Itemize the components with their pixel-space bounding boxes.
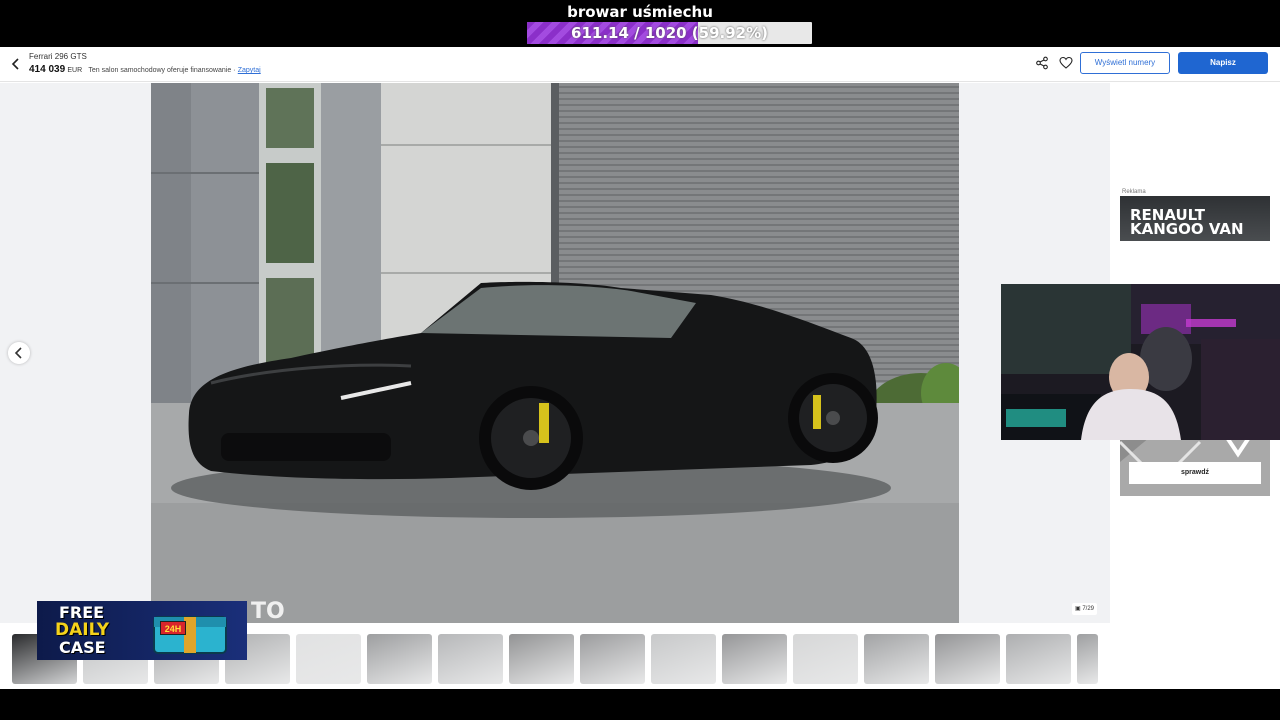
ad-header: RENAULT KANGOO VAN xyxy=(1120,196,1270,241)
photo-thumbnail[interactable] xyxy=(438,634,503,684)
photo-thumbnail[interactable] xyxy=(651,634,716,684)
photo-thumbnail[interactable] xyxy=(722,634,787,684)
photo-counter: ▣ 7/29 xyxy=(1072,603,1098,615)
financing-link[interactable]: Zapytaj xyxy=(238,67,261,74)
ad-cta-button[interactable]: sprawdź xyxy=(1129,462,1261,484)
bottom-letterbox xyxy=(0,689,1280,720)
case-24h-badge: 24H xyxy=(160,621,186,635)
free-daily-case-banner: FREE DAILY CASE 24H xyxy=(37,601,247,660)
price-row: 414 039 EUR Ten salon samochodowy oferuj… xyxy=(29,64,261,75)
previous-photo-button[interactable] xyxy=(8,342,30,364)
photo-watermark: TO xyxy=(251,599,285,623)
listing-header: Ferrari 296 GTS 414 039 EUR Ten salon sa… xyxy=(0,47,1280,82)
screen: browar uśmiechu 611.14 / 1020 (59.92%) F… xyxy=(0,0,1280,720)
heart-icon[interactable] xyxy=(1059,56,1073,70)
photo-thumbnail[interactable] xyxy=(580,634,645,684)
photo-thumbnail[interactable] xyxy=(793,634,858,684)
main-car-photo[interactable]: TO xyxy=(151,83,959,623)
show-numbers-button[interactable]: Wyświetl numery xyxy=(1080,52,1170,74)
photo-counter-text: 7/29 xyxy=(1082,606,1095,612)
share-icon[interactable] xyxy=(1035,56,1049,70)
goal-progress-text: 611.14 / 1020 (59.92%) xyxy=(571,24,768,42)
goal-progress-bar: 611.14 / 1020 (59.92%) xyxy=(527,22,812,44)
listing-title: Ferrari 296 GTS xyxy=(29,52,87,61)
photo-thumbnail[interactable] xyxy=(509,634,574,684)
photo-thumbnail[interactable] xyxy=(367,634,432,684)
price-value: 414 039 xyxy=(29,64,66,75)
photo-thumbnail[interactable] xyxy=(864,634,929,684)
back-arrow-icon[interactable] xyxy=(8,55,24,73)
write-message-button[interactable]: Napisz xyxy=(1178,52,1268,74)
camera-icon: ▣ xyxy=(1075,606,1081,612)
photo-thumbnail[interactable] xyxy=(1077,634,1098,684)
stream-goal-overlay: browar uśmiechu 611.14 / 1020 (59.92%) xyxy=(0,0,1280,47)
price-currency: EUR xyxy=(67,67,83,74)
photo-thumbnail[interactable] xyxy=(935,634,1000,684)
financing-text: Ten salon samochodowy oferuje finansowan… xyxy=(88,67,236,74)
photo-thumbnail[interactable] xyxy=(1006,634,1071,684)
case-line-case: CASE xyxy=(59,638,106,657)
photo-thumbnail[interactable] xyxy=(296,634,361,684)
goal-title: browar uśmiechu xyxy=(567,3,713,21)
photo-gallery: TO ▣ 7/29 xyxy=(0,83,1110,623)
ad-headline: RENAULT KANGOO VAN xyxy=(1130,206,1244,238)
streamer-webcam xyxy=(1001,284,1280,440)
ad-label: Reklama xyxy=(1122,189,1146,195)
